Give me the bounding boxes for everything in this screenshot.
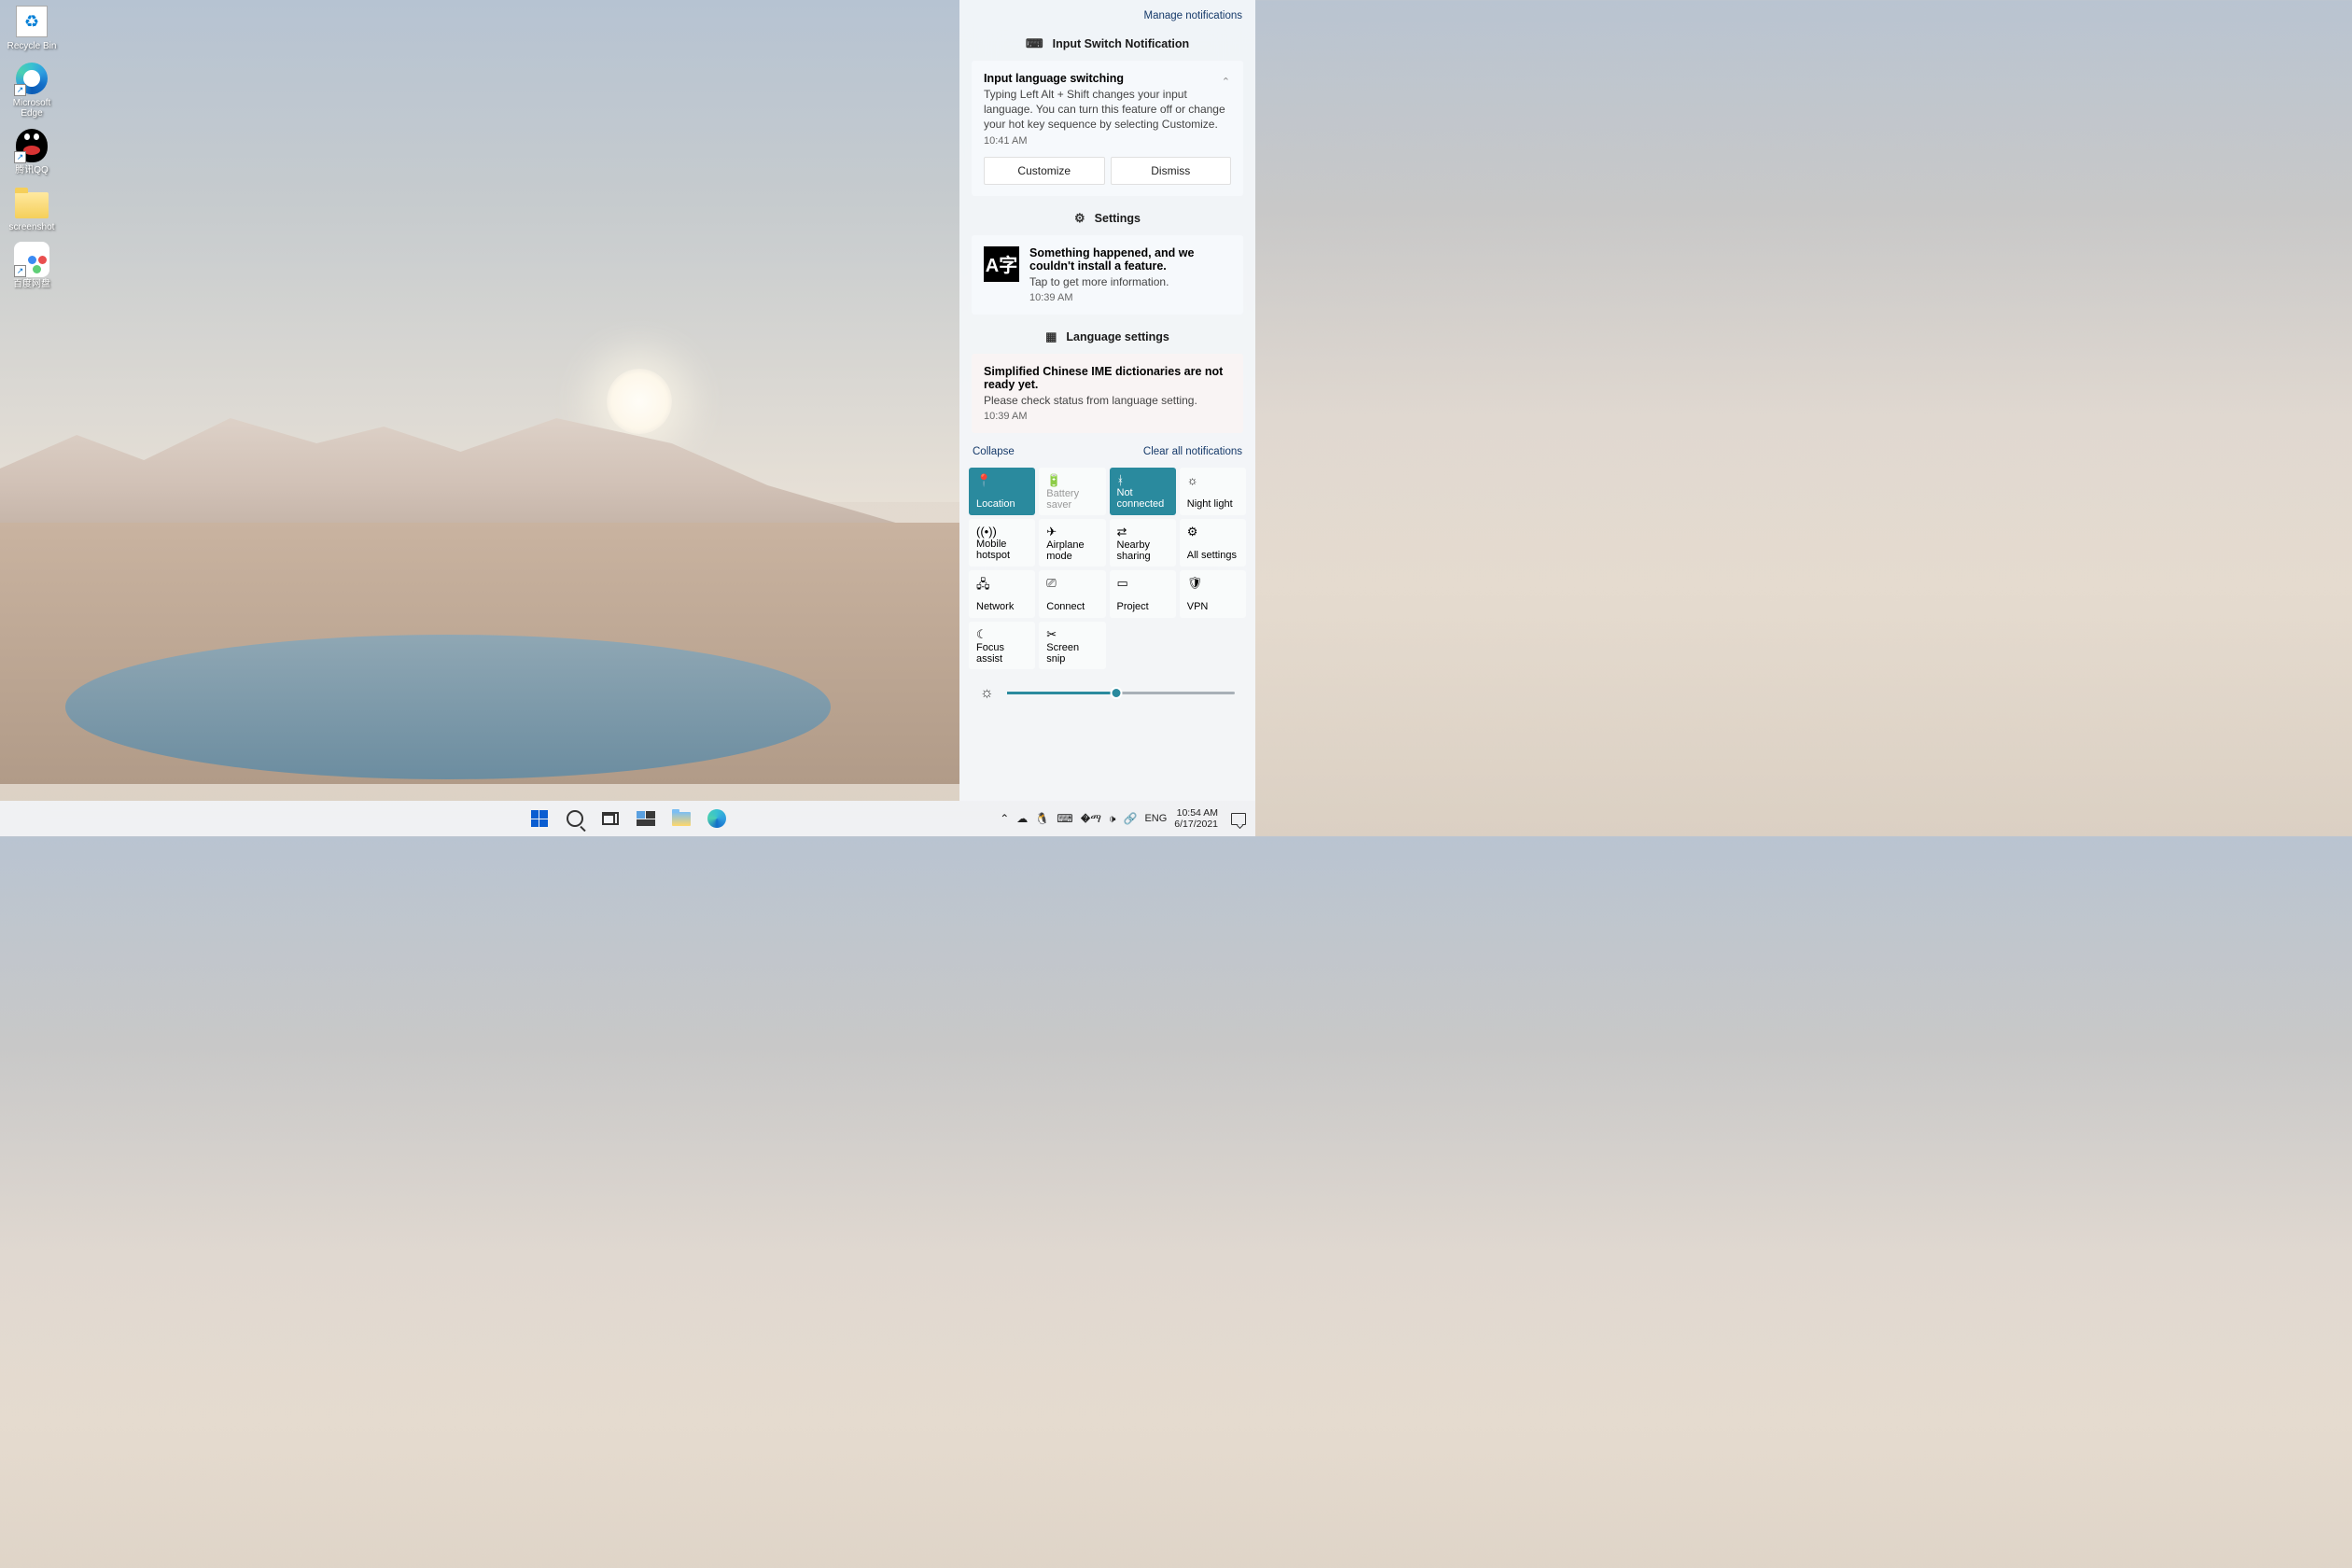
qa-screen-snip[interactable]: ✂Screen snip [1039,622,1105,669]
keyboard-icon: ⌨ [1026,36,1043,51]
mobile-hotspot-icon: ((•)) [976,525,1028,539]
taskbar: ⌃ ☁ 🐧 ⌨ �ማ 🕩 🔗 ENG 10:54 AM 6/17/2021 [0,801,1255,836]
notification-panel: Manage notifications ⌨ Input Switch Noti… [959,0,1255,801]
battery-saver-icon: 🔋 [1046,473,1098,488]
qq-tray-icon[interactable]: 🐧 [1035,812,1049,825]
qa-focus-assist[interactable]: ☾Focus assist [969,622,1035,669]
gear-icon: ⚙ [1074,211,1085,226]
baidu-netdisk-shortcut[interactable]: ↗ 百度网盘 [4,242,60,289]
qa-nearby-sharing[interactable]: ⇄Nearby sharing [1110,519,1176,567]
qa-mobile-hotspot[interactable]: ((•))Mobile hotspot [969,519,1035,567]
recycle-bin-icon[interactable]: ♻ Recycle Bin [4,4,60,51]
clear-all-link[interactable]: Clear all notifications [1143,446,1242,457]
qa-bluetooth[interactable]: ᚼNot connected [1110,468,1176,515]
file-explorer-button[interactable] [670,807,693,830]
qa-airplane-mode[interactable]: ✈Airplane mode [1039,519,1105,567]
tray-chevron[interactable]: ⌃ [1000,812,1009,825]
screenshot-folder[interactable]: screenshot [4,185,60,232]
clock[interactable]: 10:54 AM 6/17/2021 [1174,807,1218,830]
group-settings: ⚙ Settings [959,202,1255,233]
brightness-slider-row: ☼ [959,672,1255,717]
wifi-tray-icon[interactable]: �ማ [1081,812,1101,826]
bluetooth-icon: ᚼ [1117,473,1169,487]
night-light-icon: ☼ [1187,473,1239,487]
focus-assist-icon: ☾ [976,627,1028,642]
nearby-sharing-icon: ⇄ [1117,525,1169,539]
widgets-button[interactable] [635,807,657,830]
screen-snip-icon: ✂ [1046,627,1098,642]
qq-shortcut[interactable]: ↗ 腾讯QQ [4,128,60,175]
qa-battery-saver[interactable]: 🔋Battery saver [1039,468,1105,515]
vpn-icon: 🛡 [1187,576,1239,591]
search-button[interactable] [564,807,586,830]
language-feature-icon: A字 [984,246,1019,282]
qa-vpn[interactable]: 🛡VPN [1180,570,1246,618]
project-icon: ▭ [1117,576,1169,591]
group-language: ▦ Language settings [959,320,1255,352]
volume-tray-icon[interactable]: 🕩 [1109,812,1116,826]
qa-all-settings[interactable]: ⚙All settings [1180,519,1246,567]
input-mode-tray-icon[interactable]: ⌨ [1057,812,1072,825]
action-center-button[interactable] [1231,813,1246,825]
collapse-icon[interactable]: ⌃ [1222,76,1230,88]
group-input-switch: ⌨ Input Switch Notification [959,27,1255,59]
brightness-slider[interactable] [1007,692,1235,694]
quick-actions-grid: 📍Location🔋Battery saverᚼNot connected☼Ni… [959,463,1255,672]
start-button[interactable] [528,807,551,830]
qa-network[interactable]: 🖧Network [969,570,1035,618]
desktop-icons: ♻ Recycle Bin ↗ Microsoft Edge ↗ 腾讯QQ sc… [4,4,60,289]
edge-shortcut[interactable]: ↗ Microsoft Edge [4,61,60,119]
manage-notifications-link[interactable]: Manage notifications [1144,10,1242,21]
airplane-mode-icon: ✈ [1046,525,1098,539]
network-icon: 🖧 [976,576,1028,596]
notification-ime-dict[interactable]: Simplified Chinese IME dictionaries are … [972,354,1243,433]
connect-icon: ⎚ [1046,576,1098,591]
qa-night-light[interactable]: ☼Night light [1180,468,1246,515]
qa-location[interactable]: 📍Location [969,468,1035,515]
link-tray-icon[interactable]: 🔗 [1123,812,1137,825]
notification-settings-feature[interactable]: A字 Something happened, and we couldn't i… [972,235,1243,315]
edge-taskbar-button[interactable] [706,807,728,830]
location-icon: 📍 [976,473,1028,488]
collapse-link[interactable]: Collapse [973,446,1015,457]
customize-button[interactable]: Customize [984,157,1105,185]
all-settings-icon: ⚙ [1187,525,1239,539]
language-indicator[interactable]: ENG [1144,813,1167,824]
qa-project[interactable]: ▭Project [1110,570,1176,618]
language-icon: ▦ [1045,329,1057,344]
dismiss-button[interactable]: Dismiss [1111,157,1232,185]
brightness-icon: ☼ [980,685,994,702]
task-view-button[interactable] [599,807,622,830]
onedrive-tray-icon[interactable]: ☁ [1016,812,1028,825]
qa-connect[interactable]: ⎚Connect [1039,570,1105,618]
notification-input-switch[interactable]: ⌃ Input language switching Typing Left A… [972,61,1243,196]
